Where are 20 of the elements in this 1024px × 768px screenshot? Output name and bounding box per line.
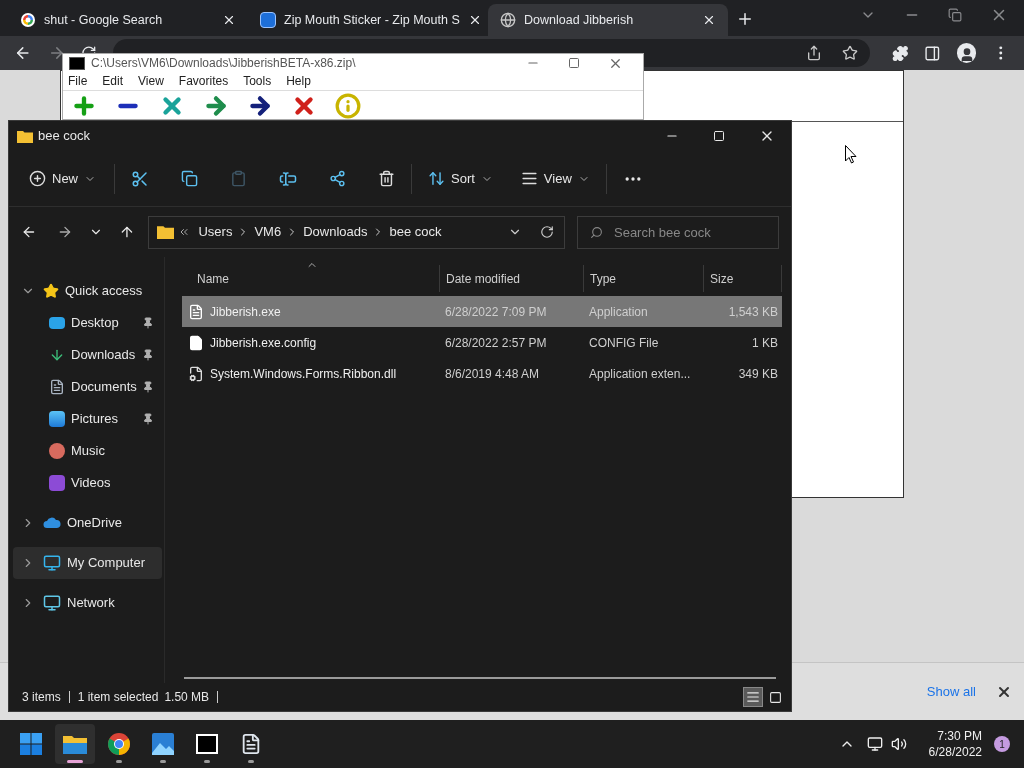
selection-info: 1 item selected <box>77 689 159 706</box>
tab-title: shut - Google Search <box>44 11 164 29</box>
size-cell-text: 1,543 KB <box>728 303 778 321</box>
size-cell-text: 349 KB <box>738 365 778 383</box>
type-cell-text: CONFIG File <box>589 334 659 352</box>
tab-title: Zip Mouth Sticker - Zip Mouth S <box>284 11 460 29</box>
file-name: System.Windows.Forms.Ribbon.dll <box>210 365 397 383</box>
type-cell-text: Application <box>589 303 648 321</box>
window-title: bee cock <box>38 127 92 146</box>
file-name: Jibberish.exe <box>210 303 281 321</box>
date-cell-text: 6/28/2022 2:57 PM <box>445 334 547 352</box>
date-cell-text: 6/28/2022 7:09 PM <box>445 303 547 321</box>
tab-title: Download Jibberish <box>524 11 635 29</box>
selection-size: 1.50 MB <box>164 689 210 706</box>
window-title: C:\Users\VM6\Downloads\JibberishBETA-x86.zip\ <box>91 55 357 72</box>
size-cell-text: 1 KB <box>752 334 778 352</box>
date-cell-text: 8/6/2019 4:48 AM <box>445 365 540 383</box>
type-cell-text: Application exten... <box>589 365 691 383</box>
item-count: 3 items <box>22 689 61 706</box>
file-name: Jibberish.exe.config <box>210 334 317 352</box>
